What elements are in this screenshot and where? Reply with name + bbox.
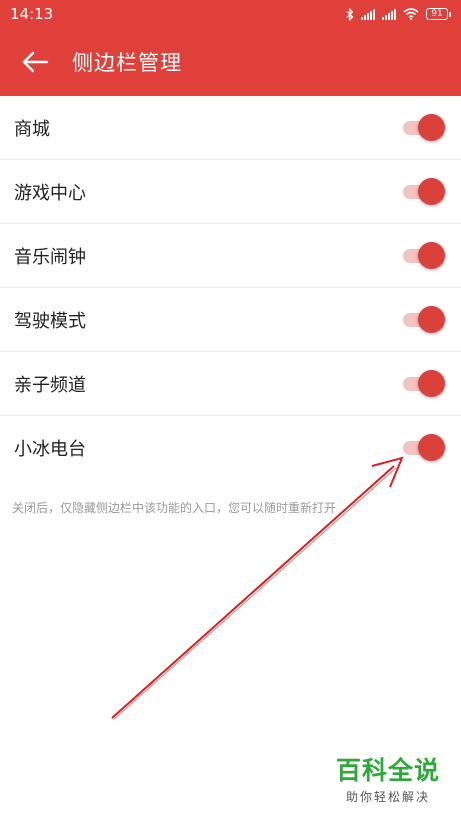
app-header: 侧边栏管理 [0,28,461,96]
setting-label: 音乐闹钟 [14,246,86,268]
status-bar: 14:13 91 [0,0,461,28]
battery-level: 91 [426,8,448,20]
watermark-subtitle: 助你轻松解决 [345,790,430,804]
toggle-game-center[interactable] [403,177,445,206]
setting-row-xiaobing-radio: 小冰电台 [0,416,461,480]
wifi-icon [403,8,419,20]
setting-row-game-center: 游戏中心 [0,160,461,224]
arrow-left-icon [22,51,49,73]
setting-label: 小冰电台 [14,439,86,460]
settings-list: 商城 游戏中心 音乐闹钟 驾驶模式 亲子频道 小冰电台 [0,96,461,480]
status-time: 14:13 [10,5,54,23]
signal-icon [361,8,375,20]
setting-row-driving-mode: 驾驶模式 [0,288,461,352]
setting-label: 游戏中心 [14,182,86,204]
setting-row-music-alarm: 音乐闹钟 [0,224,461,288]
back-button[interactable] [20,47,50,77]
setting-label: 商城 [14,118,50,140]
watermark: 百科全说 助你轻松解决 [333,756,443,805]
toggle-music-alarm[interactable] [403,241,445,270]
settings-note: 关闭后，仅隐藏侧边栏中该功能的入口，您可以随时重新打开 [12,501,337,515]
setting-label: 驾驶模式 [14,310,86,332]
page-title: 侧边栏管理 [72,51,182,75]
bluetooth-icon [346,7,354,21]
toggle-xiaobing-radio[interactable] [403,434,445,462]
watermark-title: 百科全说 [335,756,440,785]
status-icons: 91 [346,7,451,21]
toggle-driving-mode[interactable] [403,305,445,334]
toggle-kids-channel[interactable] [403,369,445,398]
setting-row-shop: 商城 [0,96,461,160]
setting-label: 亲子频道 [14,374,86,396]
setting-row-kids-channel: 亲子频道 [0,352,461,416]
signal-icon-2 [382,8,396,20]
toggle-shop[interactable] [403,113,445,142]
battery-icon: 91 [426,8,451,20]
